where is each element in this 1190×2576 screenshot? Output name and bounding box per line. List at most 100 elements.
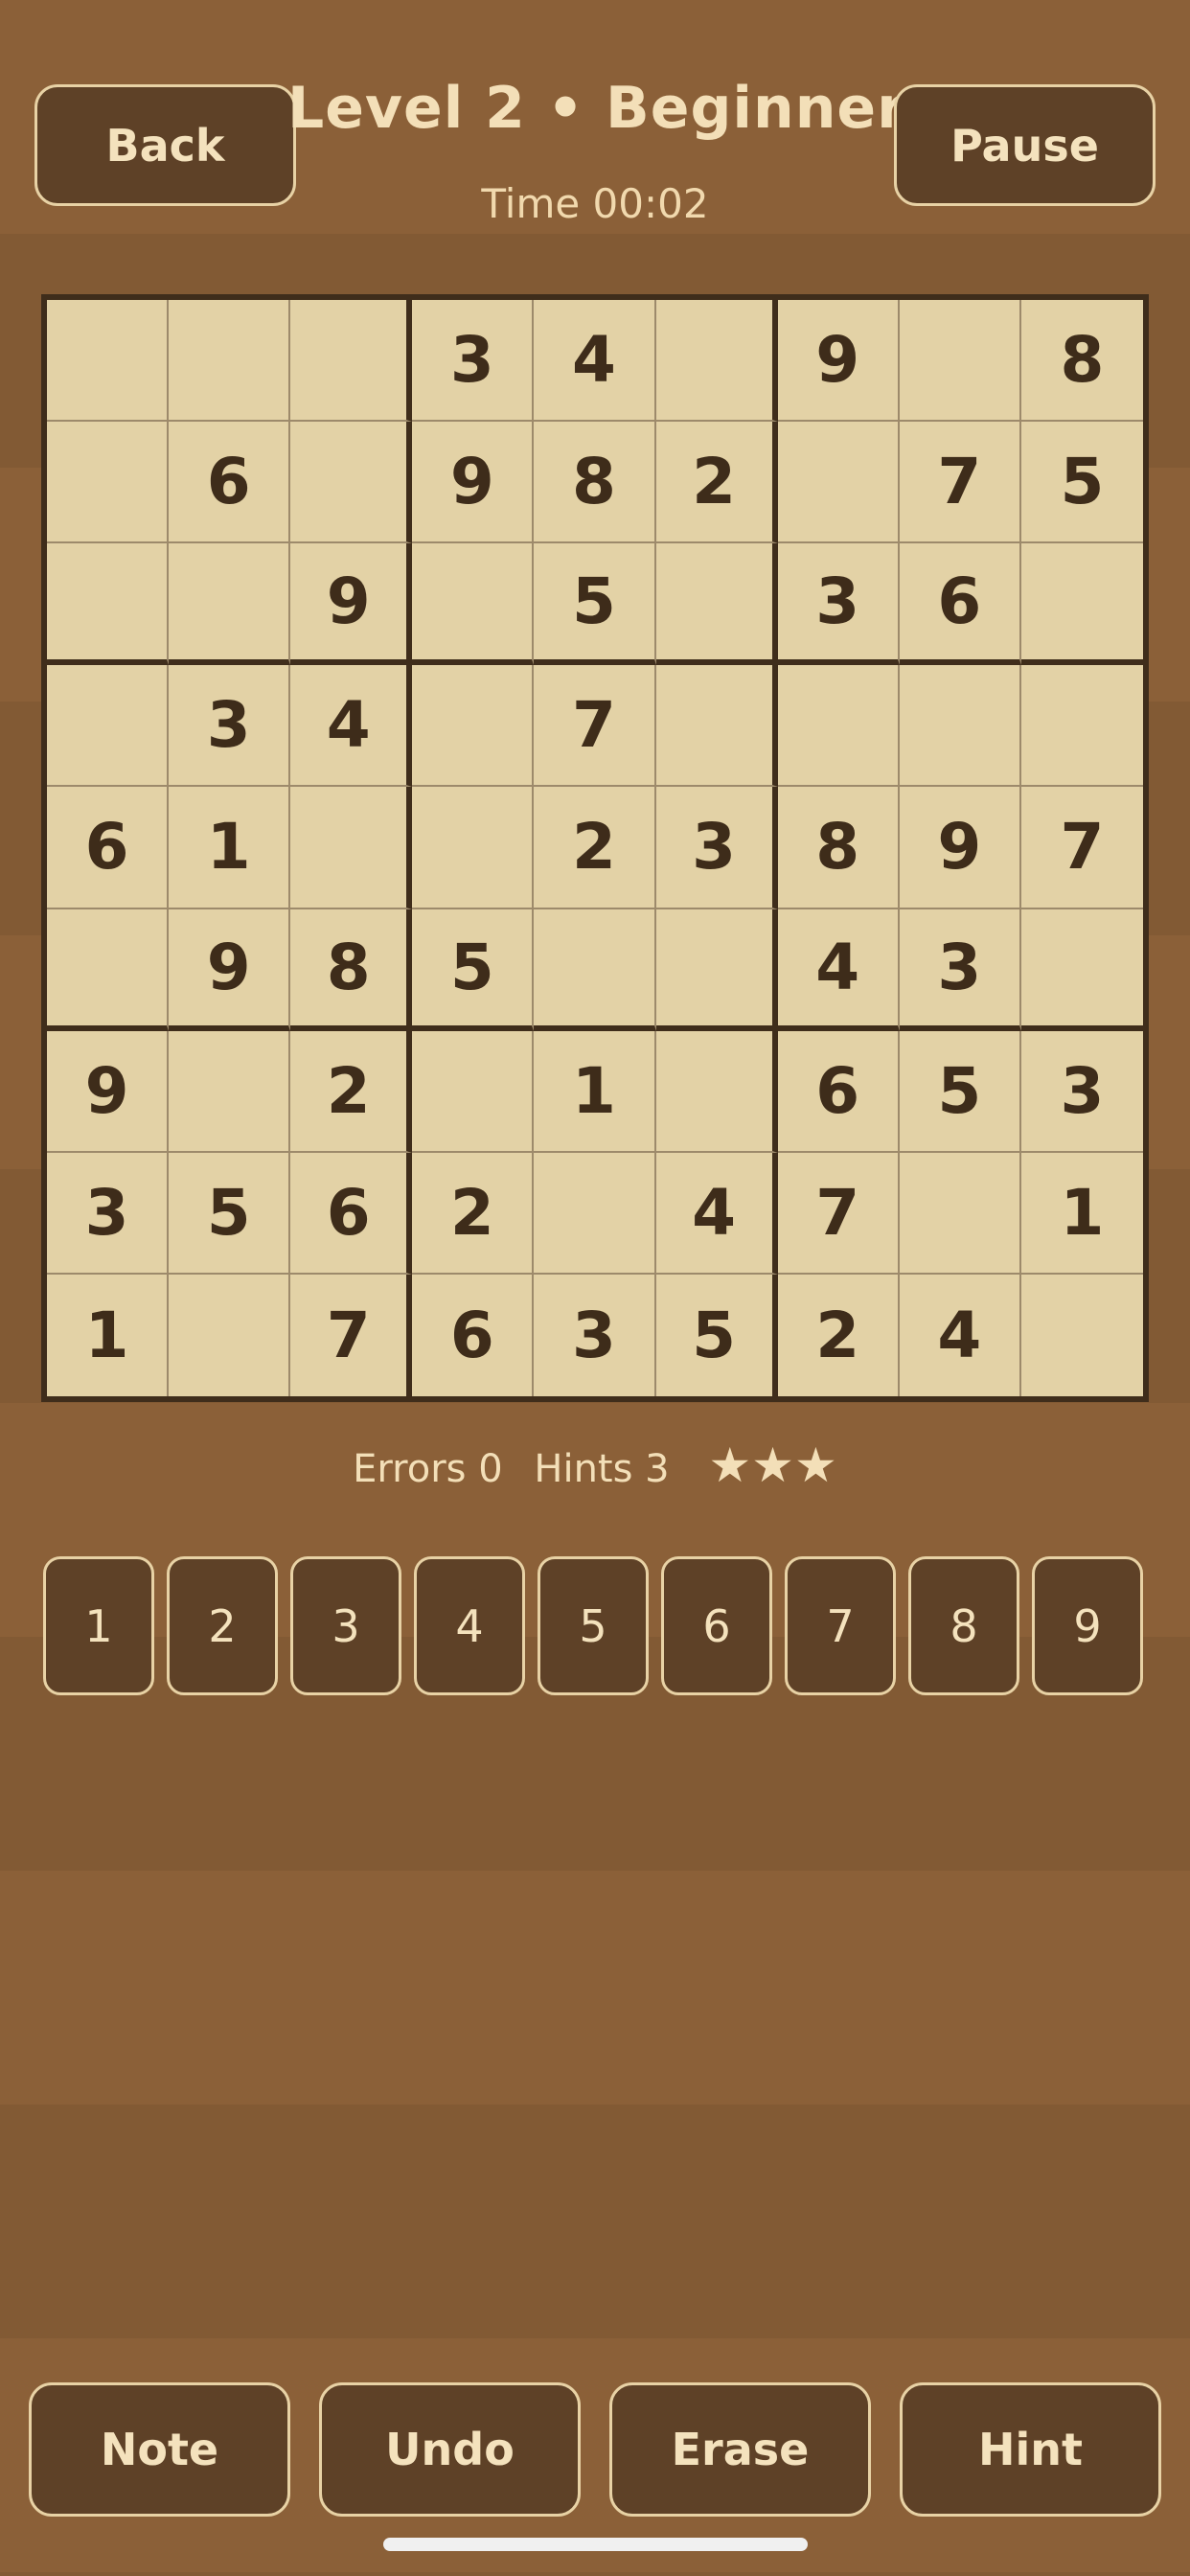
sudoku-cell[interactable] (290, 787, 413, 909)
sudoku-cell[interactable] (412, 1030, 535, 1153)
sudoku-cell[interactable] (534, 1152, 656, 1275)
sudoku-cell[interactable]: 9 (169, 908, 291, 1031)
sudoku-cell[interactable] (47, 422, 170, 544)
sudoku-cell[interactable]: 8 (534, 422, 656, 544)
sudoku-cell[interactable]: 1 (47, 1274, 170, 1396)
sudoku-cell[interactable]: 1 (534, 1030, 656, 1153)
sudoku-cell[interactable] (655, 665, 778, 788)
sudoku-cell[interactable]: 7 (290, 1274, 413, 1396)
sudoku-cell[interactable] (655, 300, 778, 423)
sudoku-cell[interactable]: 3 (655, 787, 778, 909)
sudoku-cell[interactable]: 3 (1020, 1031, 1143, 1153)
sudoku-cell[interactable] (412, 665, 535, 788)
hint-button[interactable]: Hint (900, 2382, 1161, 2517)
home-indicator (383, 2538, 808, 2551)
sudoku-cell[interactable]: 1 (169, 787, 291, 909)
sudoku-cell[interactable]: 6 (290, 1152, 413, 1275)
sudoku-cell[interactable]: 9 (290, 543, 413, 666)
sudoku-cell[interactable] (1021, 1275, 1143, 1396)
sudoku-cell[interactable] (47, 300, 170, 423)
sudoku-cell[interactable]: 5 (169, 1152, 291, 1275)
sudoku-cell[interactable] (1020, 665, 1143, 788)
number-button-7[interactable]: 7 (785, 1556, 896, 1695)
sudoku-cell[interactable]: 6 (777, 1030, 900, 1153)
note-button[interactable]: Note (29, 2382, 290, 2517)
sudoku-cell[interactable]: 7 (1020, 787, 1143, 909)
sudoku-cell[interactable]: 3 (777, 543, 900, 666)
sudoku-cell[interactable]: 1 (1020, 1153, 1143, 1275)
sudoku-cell[interactable]: 8 (290, 908, 413, 1031)
sudoku-cell[interactable]: 5 (656, 1274, 778, 1396)
number-button-1[interactable]: 1 (43, 1556, 154, 1695)
sudoku-cell[interactable]: 5 (534, 543, 656, 666)
sudoku-cell[interactable]: 5 (412, 908, 535, 1031)
stats-bar: Errors 0 Hints 3 ★★★ (0, 1438, 1190, 1493)
sudoku-cell[interactable]: 3 (412, 300, 535, 423)
sudoku-cell[interactable] (655, 543, 778, 666)
sudoku-cell[interactable]: 5 (899, 1030, 1021, 1153)
sudoku-cell[interactable]: 4 (290, 665, 413, 788)
sudoku-cell[interactable]: 3 (47, 1152, 170, 1275)
sudoku-cell[interactable] (169, 300, 291, 423)
sudoku-cell[interactable]: 5 (1020, 422, 1143, 544)
sudoku-cell[interactable]: 3 (169, 665, 291, 788)
sudoku-cell[interactable] (290, 422, 413, 544)
sudoku-cell[interactable]: 9 (47, 1030, 170, 1153)
sudoku-cell[interactable]: 8 (777, 787, 900, 909)
sudoku-cell[interactable]: 4 (655, 1152, 778, 1275)
sudoku-cell[interactable] (1020, 543, 1143, 666)
sudoku-cell[interactable] (655, 908, 778, 1031)
sudoku-cell[interactable] (169, 1030, 291, 1153)
sudoku-cell[interactable] (169, 1274, 291, 1396)
undo-button[interactable]: Undo (319, 2382, 581, 2517)
sudoku-cell[interactable] (290, 300, 413, 423)
sudoku-cell[interactable]: 4 (900, 1274, 1021, 1396)
sudoku-cell[interactable]: 4 (534, 300, 656, 423)
sudoku-cell[interactable]: 7 (899, 422, 1021, 544)
sudoku-cell[interactable]: 4 (777, 908, 900, 1031)
number-button-5[interactable]: 5 (538, 1556, 649, 1695)
sudoku-cell[interactable] (899, 300, 1021, 423)
sudoku-cell[interactable] (899, 665, 1021, 788)
sudoku-cell[interactable]: 2 (290, 1030, 413, 1153)
number-button-2[interactable]: 2 (167, 1556, 278, 1695)
sudoku-cell[interactable]: 3 (899, 908, 1021, 1031)
number-button-6[interactable]: 6 (661, 1556, 772, 1695)
sudoku-cell[interactable] (777, 422, 900, 544)
sudoku-cell[interactable]: 3 (534, 1274, 656, 1396)
number-button-4[interactable]: 4 (414, 1556, 525, 1695)
sudoku-cell[interactable] (899, 1152, 1021, 1275)
pause-button[interactable]: Pause (894, 84, 1156, 206)
number-button-8[interactable]: 8 (908, 1556, 1019, 1695)
star-rating: ★★★ (708, 1438, 837, 1493)
timer: Time 00:02 (481, 180, 709, 227)
sudoku-cell[interactable] (777, 665, 900, 788)
sudoku-cell[interactable]: 2 (534, 787, 656, 909)
sudoku-cell[interactable]: 2 (412, 1152, 535, 1275)
sudoku-cell[interactable]: 7 (534, 665, 656, 788)
sudoku-cell[interactable] (655, 1030, 778, 1153)
number-button-9[interactable]: 9 (1032, 1556, 1143, 1695)
sudoku-cell[interactable]: 6 (899, 543, 1021, 666)
sudoku-cell[interactable] (47, 543, 170, 666)
sudoku-cell[interactable]: 7 (777, 1152, 900, 1275)
sudoku-cell[interactable] (47, 665, 170, 788)
sudoku-cell[interactable]: 9 (777, 300, 900, 423)
sudoku-cell[interactable] (1020, 909, 1143, 1031)
sudoku-cell[interactable]: 8 (1020, 300, 1143, 423)
sudoku-cell[interactable]: 6 (412, 1274, 535, 1396)
sudoku-cell[interactable]: 2 (778, 1274, 900, 1396)
back-button[interactable]: Back (34, 84, 296, 206)
sudoku-cell[interactable] (47, 908, 170, 1031)
erase-button[interactable]: Erase (609, 2382, 871, 2517)
sudoku-cell[interactable] (412, 543, 535, 666)
sudoku-cell[interactable]: 9 (412, 422, 535, 544)
sudoku-cell[interactable] (169, 543, 291, 666)
sudoku-cell[interactable] (412, 787, 535, 909)
sudoku-cell[interactable]: 2 (655, 422, 778, 544)
number-button-3[interactable]: 3 (290, 1556, 401, 1695)
sudoku-cell[interactable]: 6 (47, 787, 170, 909)
sudoku-cell[interactable]: 9 (899, 787, 1021, 909)
sudoku-cell[interactable] (534, 908, 656, 1031)
sudoku-cell[interactable]: 6 (169, 422, 291, 544)
